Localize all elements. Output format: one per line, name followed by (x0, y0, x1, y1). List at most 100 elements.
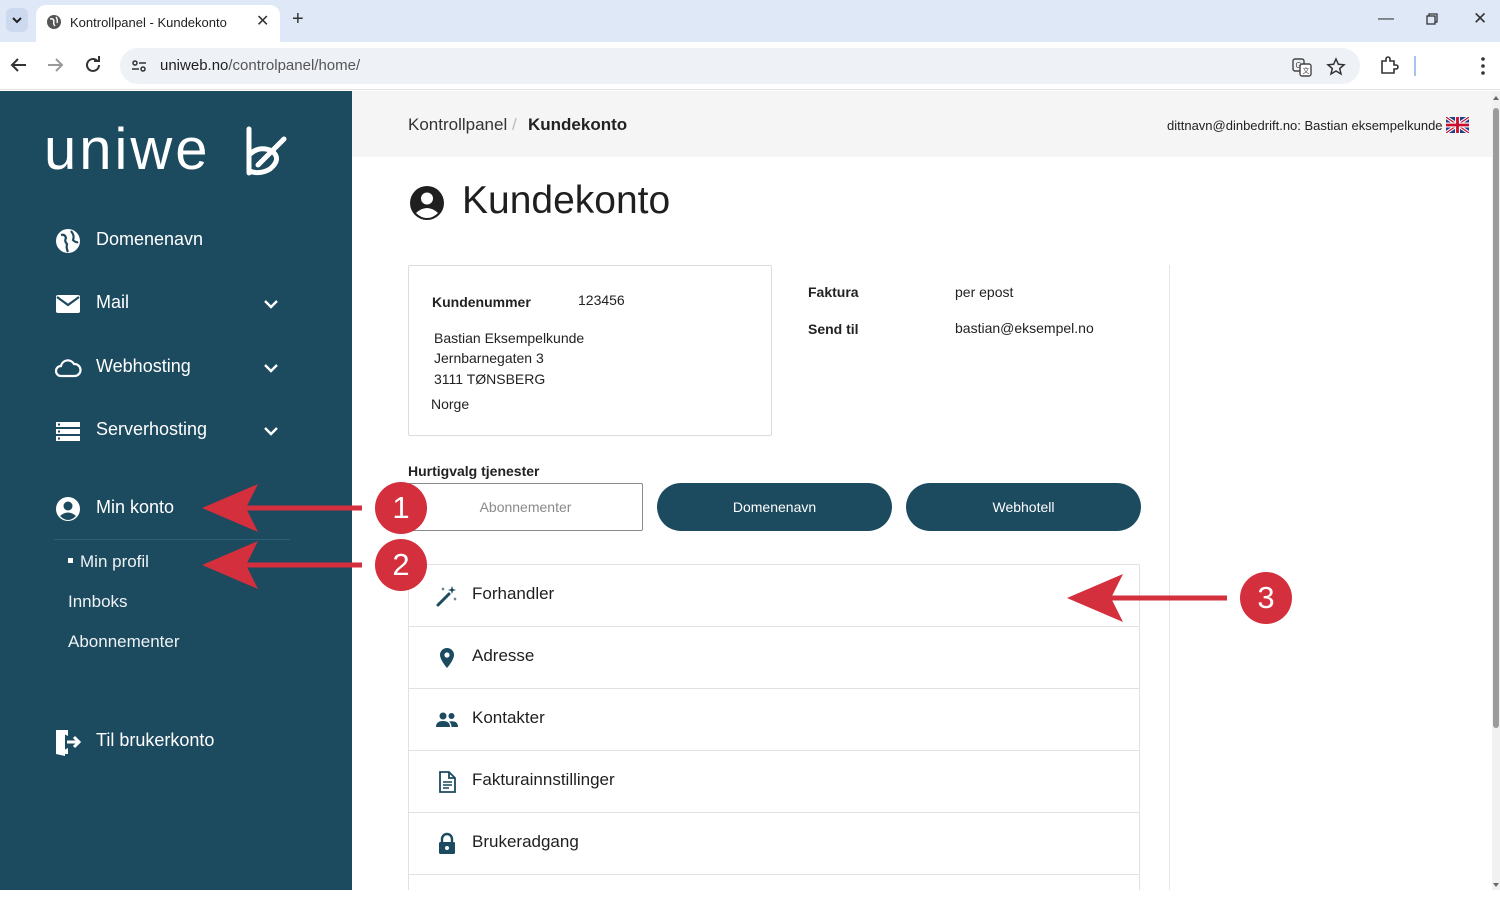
site-info-icon[interactable] (130, 57, 148, 75)
accordion-fakturainnstillinger[interactable]: Fakturainnstillinger (409, 751, 1139, 813)
webhotell-button-label: Webhotell (992, 499, 1055, 515)
abonnementer-button[interactable]: Abonnementer (408, 483, 643, 531)
sidebar-label-min-konto: Min konto (96, 497, 175, 517)
sidebar-item-til-brukerkonto[interactable]: Til brukerkonto (54, 723, 294, 759)
sidebar-label-domenenavn: Domenenavn (96, 229, 204, 249)
url-text: uniweb.no/controlpanel/home/ (160, 57, 360, 74)
customer-info-card: Kundenummer 123456 Bastian Eksempelkunde… (408, 265, 772, 436)
accordion-adresse[interactable]: Adresse (409, 627, 1139, 689)
accordion-brukeradgang[interactable]: Brukeradgang (409, 813, 1139, 875)
translate-icon[interactable]: G文 (1292, 57, 1312, 77)
sidebar-subitem-abonnementer[interactable]: Abonnementer (68, 632, 180, 652)
url-host: uniweb.no (160, 57, 229, 74)
lock-icon (439, 832, 455, 854)
main-content: Kontrollpanel / Kundekonto dittnavn@dinb… (352, 91, 1492, 890)
user-account-text[interactable]: dittnavn@dinbedrift.no: Bastian eksempel… (1167, 118, 1443, 133)
active-bullet (68, 558, 73, 564)
send-to-value: bastian@eksempel.no (955, 320, 1094, 336)
exit-door-icon (56, 730, 82, 756)
sidebar-label-mail: Mail (96, 292, 130, 312)
chevron-down-icon[interactable] (262, 361, 280, 375)
close-tab-icon[interactable]: ✕ (256, 11, 269, 31)
sidebar-subitem-min-profil[interactable]: Min profil (68, 552, 149, 572)
accordion-label-brukeradgang: Brukeradgang (472, 832, 579, 851)
cloud-icon (54, 359, 82, 378)
sidebar-label-serverhosting: Serverhosting (96, 419, 208, 439)
accordion-next-partial[interactable] (409, 875, 1139, 890)
account-circle-icon (56, 497, 80, 521)
annotation-badge-1: 1 (375, 482, 427, 534)
uniweb-logo[interactable]: uniwe (44, 121, 289, 181)
customer-name: Bastian Eksempelkunde (434, 330, 585, 346)
customer-postal: 3111 TØNSBERG (434, 371, 546, 387)
accordion-kontakter[interactable]: Kontakter (409, 689, 1139, 751)
chevron-down-icon[interactable] (262, 424, 280, 438)
sidebar-subitem-innboks[interactable]: Innboks (68, 592, 128, 612)
globe-icon (47, 15, 61, 29)
sidebar-label-webhosting: Webhosting (96, 356, 191, 376)
accordion-forhandler[interactable]: Forhandler (409, 565, 1139, 627)
accordion-label-forhandler: Forhandler (472, 584, 555, 603)
accordion-label-adresse: Adresse (472, 646, 535, 665)
tab-search-button[interactable] (6, 8, 28, 32)
server-icon (56, 422, 80, 441)
page-title: Kundekonto (462, 179, 671, 222)
account-circle-icon (410, 186, 444, 220)
scroll-up-arrow-icon[interactable] (1493, 95, 1499, 101)
webhotell-button[interactable]: Webhotell (906, 483, 1141, 531)
bookmark-star-icon[interactable] (1326, 57, 1346, 77)
back-arrow-icon[interactable] (8, 54, 30, 76)
new-tab-button[interactable]: + (292, 8, 304, 31)
domenenavn-button[interactable]: Domenenavn (657, 483, 892, 531)
forward-arrow-icon[interactable] (44, 54, 66, 76)
extensions-icon[interactable] (1378, 55, 1400, 77)
customer-country: Norge (431, 396, 470, 412)
uk-flag-icon[interactable] (1446, 117, 1469, 133)
customer-number-label: Kundenummer (432, 294, 531, 310)
browser-toolbar: uniweb.no/controlpanel/home/ G文 (0, 42, 1500, 90)
abonnementer-button-label: Abonnementer (479, 499, 572, 515)
url-path: /controlpanel/home/ (228, 57, 361, 74)
svg-text:文: 文 (1303, 66, 1310, 75)
annotation-arrow-2 (202, 541, 362, 589)
breadcrumb-separator: / (512, 115, 517, 134)
annotation-arrow-1 (202, 484, 362, 532)
sidebar-item-domenenavn[interactable]: Domenenavn (54, 222, 294, 258)
subitem-label-abonnementer: Abonnementer (68, 632, 180, 651)
more-menu-icon[interactable] (1472, 55, 1494, 77)
sidebar-item-webhosting[interactable]: Webhosting (54, 349, 294, 385)
accordion-label-fakturainnstillinger: Fakturainnstillinger (472, 770, 615, 789)
svg-text:uniwe: uniwe (44, 121, 211, 181)
scroll-down-arrow-icon[interactable] (1493, 882, 1499, 888)
customer-number-value: 123456 (578, 292, 625, 308)
customer-street: Jernbarnegaten 3 (434, 350, 544, 366)
close-window-button[interactable]: ✕ (1473, 9, 1487, 29)
sidebar-item-mail[interactable]: Mail (54, 285, 294, 321)
header-bar: Kontrollpanel / Kundekonto dittnavn@dinb… (352, 91, 1492, 157)
globe-icon (56, 229, 80, 253)
address-bar[interactable]: uniweb.no/controlpanel/home/ G文 (120, 48, 1360, 84)
document-icon (439, 771, 456, 793)
toolbar-divider (1414, 56, 1416, 76)
people-icon (436, 712, 458, 727)
breadcrumb-kontrollpanel[interactable]: Kontrollpanel (408, 115, 507, 135)
page-scrollbar-thumb[interactable] (1493, 108, 1499, 728)
browser-tab-active[interactable]: Kontrollpanel - Kundekonto ✕ (36, 5, 280, 42)
invoice-value: per epost (955, 284, 1014, 300)
sidebar-item-serverhosting[interactable]: Serverhosting (54, 412, 294, 448)
chevron-down-icon[interactable] (262, 297, 280, 311)
sidebar-label-til-brukerkonto: Til brukerkonto (96, 730, 215, 750)
breadcrumb-current: Kundekonto (528, 115, 628, 134)
location-pin-icon (440, 648, 454, 668)
send-to-label: Send til (808, 321, 859, 337)
minimize-button[interactable]: — (1378, 10, 1394, 28)
settings-accordion: Forhandler Adresse Kontakter Fakturainns… (408, 564, 1140, 890)
annotation-badge-3: 3 (1240, 572, 1292, 624)
reload-icon[interactable] (82, 54, 104, 76)
restore-window-button[interactable] (1426, 13, 1438, 25)
invoice-label: Faktura (808, 284, 859, 300)
browser-tab-bar: Kontrollpanel - Kundekonto ✕ + — ✕ (0, 0, 1500, 42)
domenenavn-button-label: Domenenavn (732, 499, 817, 515)
annotation-arrow-3 (1067, 574, 1227, 622)
mail-icon (56, 295, 80, 313)
